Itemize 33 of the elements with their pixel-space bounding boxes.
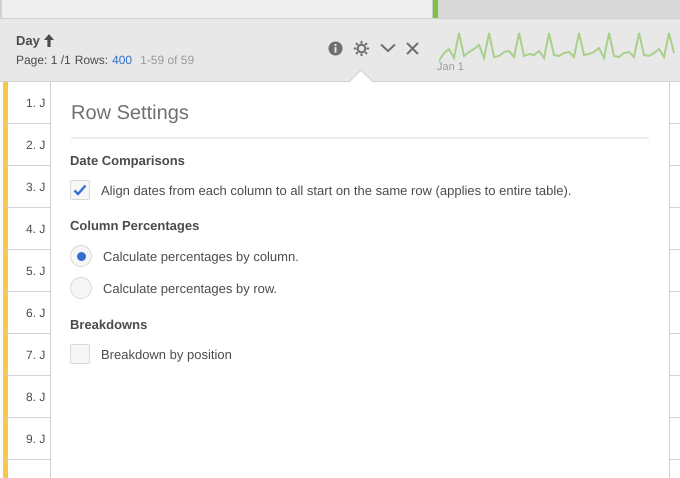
- row-label: 2. J: [26, 138, 46, 152]
- section-heading: Breakdowns: [70, 317, 148, 332]
- progress-marker: [433, 0, 438, 18]
- sort-up-icon[interactable]: [44, 34, 54, 47]
- column-title: Day: [16, 33, 40, 48]
- radio-button[interactable]: [70, 245, 92, 267]
- row-label: 8. J: [26, 390, 46, 404]
- row-label: 4. J: [26, 222, 46, 236]
- row-label: 7. J: [26, 348, 46, 362]
- section-heading: Date Comparisons: [70, 153, 186, 168]
- checkbox[interactable]: [70, 180, 90, 200]
- rows-value[interactable]: 400: [112, 53, 132, 67]
- row-label: 6. J: [26, 306, 46, 320]
- option-label: Align dates from each column to all start on the same row (applies to entire table).: [101, 182, 572, 198]
- axis-label: Jan 1: [437, 61, 465, 73]
- settings-icon[interactable]: [353, 40, 370, 56]
- info-icon[interactable]: [328, 40, 343, 56]
- range-label: 1-59 of 59: [140, 53, 194, 67]
- radio-button[interactable]: [70, 277, 92, 299]
- rows-label: Rows:: [74, 53, 108, 67]
- close-icon[interactable]: [406, 42, 419, 54]
- row-label: 9. J: [26, 432, 46, 446]
- row-label: 5. J: [26, 264, 46, 278]
- popup-title: Row Settings: [71, 102, 649, 139]
- option-label: Calculate percentages by row.: [103, 280, 278, 296]
- row-label: 3. J: [26, 180, 46, 194]
- chevron-down-icon[interactable]: [380, 43, 396, 53]
- section-heading: Column Percentages: [70, 218, 200, 233]
- option-label: Calculate percentages by column.: [103, 248, 299, 264]
- page-label: Page: 1 /1: [16, 53, 71, 67]
- checkbox[interactable]: [70, 344, 90, 364]
- option-label: Breakdown by position: [101, 346, 232, 362]
- row-label: 1. J: [26, 96, 46, 110]
